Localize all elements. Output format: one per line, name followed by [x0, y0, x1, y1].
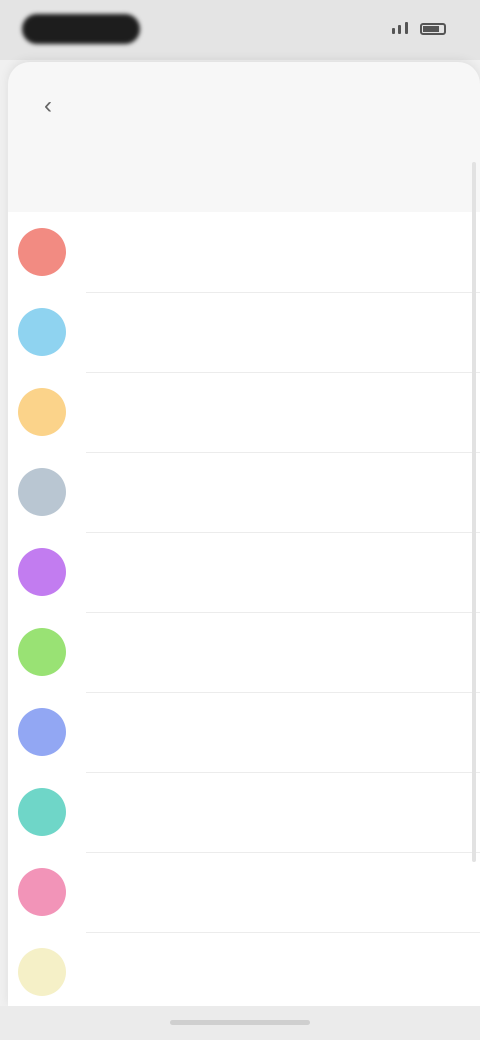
signal-icon: [391, 21, 408, 37]
color-option[interactable]: [8, 772, 480, 852]
color-option[interactable]: [8, 612, 480, 692]
color-list: [8, 212, 480, 1006]
color-swatch: [18, 548, 66, 596]
status-bar: [0, 0, 480, 60]
home-area: [0, 1006, 480, 1040]
color-swatch: [18, 868, 66, 916]
color-swatch: [18, 948, 66, 996]
color-option[interactable]: [8, 692, 480, 772]
color-option[interactable]: [8, 532, 480, 612]
color-swatch: [18, 468, 66, 516]
color-option[interactable]: [8, 372, 480, 452]
color-swatch: [18, 628, 66, 676]
navigation-bar: ‹: [8, 62, 480, 150]
color-option[interactable]: [8, 212, 480, 292]
status-time: [22, 14, 140, 44]
color-option[interactable]: [8, 852, 480, 932]
scrollbar[interactable]: [472, 162, 476, 862]
color-picker-sheet: ‹: [8, 62, 480, 1006]
color-swatch: [18, 228, 66, 276]
color-option[interactable]: [8, 932, 480, 1006]
color-swatch: [18, 708, 66, 756]
back-button[interactable]: ‹: [34, 92, 62, 120]
color-option[interactable]: [8, 452, 480, 532]
color-option[interactable]: [8, 292, 480, 372]
color-swatch: [18, 788, 66, 836]
color-swatch: [18, 308, 66, 356]
battery-icon: [420, 23, 446, 35]
home-indicator[interactable]: [170, 1020, 310, 1025]
status-indicators: [391, 16, 452, 42]
chevron-left-icon: ‹: [44, 92, 52, 119]
color-swatch: [18, 388, 66, 436]
